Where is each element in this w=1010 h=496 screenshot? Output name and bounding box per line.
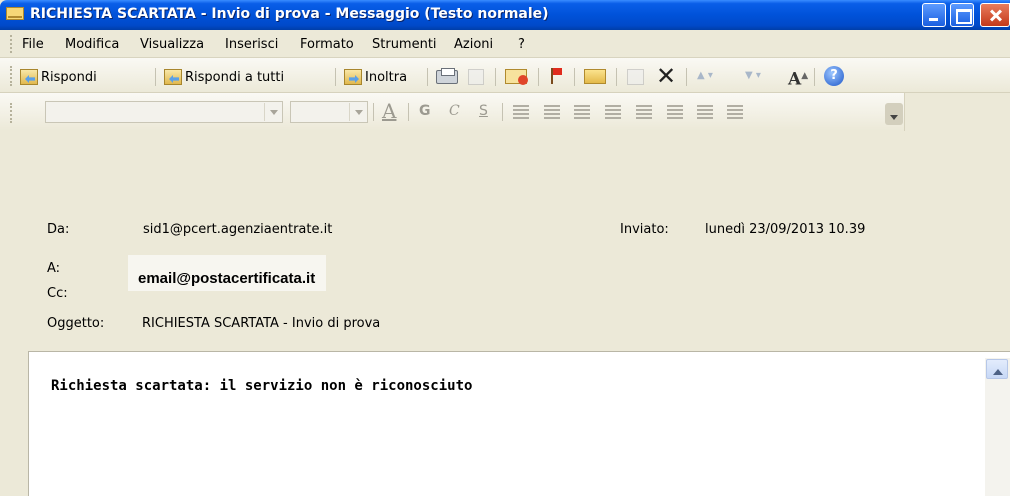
forward-label: Inoltra	[365, 69, 408, 85]
chevron-down-icon	[349, 103, 366, 121]
styles-icon[interactable]	[727, 103, 743, 119]
cc-label: Cc:	[47, 286, 68, 301]
previous-item-icon[interactable]: ▲ ▾	[694, 66, 716, 86]
font-name-select[interactable]	[45, 101, 283, 123]
align-left-icon[interactable]	[513, 103, 529, 119]
reply-all-button[interactable]: Rispondi a tutti	[164, 66, 284, 88]
from-value[interactable]: sid1@pcert.agenziaentrate.it	[143, 222, 332, 237]
font-size-glyph: A	[788, 69, 802, 90]
body-text: Richiesta scartata: il servizio non è ri…	[51, 378, 473, 394]
menu-inserisci[interactable]: Inserisci	[225, 37, 278, 52]
reply-label: Rispondi	[41, 69, 97, 85]
subject-label: Oggetto:	[47, 316, 105, 331]
toolbar-separator	[335, 68, 336, 86]
scroll-up-button[interactable]	[986, 359, 1008, 379]
maximize-button[interactable]	[950, 3, 974, 27]
toolbar-separator	[427, 68, 428, 86]
font-size-select[interactable]	[290, 101, 368, 123]
toolbar-separator	[538, 68, 539, 86]
numbering-icon[interactable]	[636, 103, 652, 119]
forward-icon	[344, 69, 362, 85]
copy-icon[interactable]	[468, 69, 484, 85]
delete-icon[interactable]: ✕	[655, 64, 677, 88]
align-right-icon[interactable]	[574, 103, 590, 119]
menu-strumenti[interactable]: Strumenti	[372, 37, 437, 52]
forward-button[interactable]: Inoltra	[344, 66, 407, 88]
font-size-icon[interactable]: A▲	[788, 66, 810, 90]
font-color-button[interactable]: A	[382, 99, 396, 123]
toolbar-separator	[502, 103, 503, 121]
toolbar-separator	[616, 68, 617, 86]
formatting-grip[interactable]	[10, 103, 12, 123]
menubar-grip[interactable]	[10, 35, 12, 53]
menu-modifica[interactable]: Modifica	[65, 37, 119, 52]
toolbar-options-button[interactable]	[885, 103, 903, 125]
clipboard-icon[interactable]	[627, 69, 644, 85]
underline-button[interactable]: S	[479, 103, 488, 119]
to-label: A:	[47, 261, 61, 276]
menu-visualizza[interactable]: Visualizza	[140, 37, 204, 52]
bold-button[interactable]: G	[419, 103, 431, 119]
toolbar-separator	[686, 68, 687, 86]
move-to-folder-icon[interactable]	[584, 69, 606, 84]
reply-all-icon	[164, 69, 182, 85]
chevron-down-icon	[264, 103, 281, 121]
toolbar-separator	[574, 68, 575, 86]
close-button[interactable]	[980, 3, 1010, 27]
standard-toolbar: Rispondi Rispondi a tutti Inoltra ✕ ▲ ▾ …	[0, 58, 1010, 93]
minimize-button[interactable]	[922, 3, 946, 27]
from-label: Da:	[47, 222, 70, 237]
toolbar-grip[interactable]	[10, 66, 12, 86]
next-item-icon[interactable]: ▼ ▾	[742, 66, 764, 86]
increase-indent-icon[interactable]	[697, 103, 713, 119]
menu-file[interactable]: File	[22, 37, 44, 52]
decrease-indent-icon[interactable]	[667, 103, 683, 119]
bullets-icon[interactable]	[605, 103, 621, 119]
reply-all-label: Rispondi a tutti	[185, 69, 285, 85]
to-value[interactable]: email@postacertificata.it	[138, 270, 315, 287]
toolbar-separator	[373, 103, 374, 121]
print-icon[interactable]	[436, 68, 458, 84]
message-window: RICHIESTA SCARTATA - Invio di prova - Me…	[0, 0, 1010, 496]
toolbar-separator	[495, 68, 496, 86]
sent-value: lunedì 23/09/2013 10.39	[705, 222, 866, 237]
flag-icon[interactable]	[548, 66, 562, 86]
subject-value: RICHIESTA SCARTATA - Invio di prova	[142, 316, 381, 331]
menu-formato[interactable]: Formato	[300, 37, 354, 52]
menu-bar: File Modifica Visualizza Inserisci Forma…	[0, 30, 1010, 58]
reply-button[interactable]: Rispondi	[20, 66, 97, 88]
italic-button[interactable]: C	[449, 103, 460, 119]
title-bar[interactable]: RICHIESTA SCARTATA - Invio di prova - Me…	[0, 0, 1010, 30]
sent-label: Inviato:	[620, 222, 669, 237]
toolbar-separator	[408, 103, 409, 121]
toolbar-separator	[155, 68, 156, 86]
message-options-icon[interactable]	[505, 69, 528, 85]
help-icon[interactable]: ?	[824, 66, 844, 86]
formatting-toolbar: A G C S	[0, 93, 905, 131]
reply-icon	[20, 69, 38, 85]
vertical-scrollbar[interactable]	[985, 358, 1010, 496]
align-center-icon[interactable]	[544, 103, 560, 119]
message-body[interactable]: Richiesta scartata: il servizio non è ri…	[28, 351, 1010, 496]
envelope-icon	[6, 7, 24, 20]
toolbar-separator	[814, 68, 815, 86]
menu-azioni[interactable]: Azioni	[454, 37, 493, 52]
menu-help[interactable]: ?	[518, 37, 525, 52]
window-title: RICHIESTA SCARTATA - Invio di prova - Me…	[30, 6, 549, 22]
